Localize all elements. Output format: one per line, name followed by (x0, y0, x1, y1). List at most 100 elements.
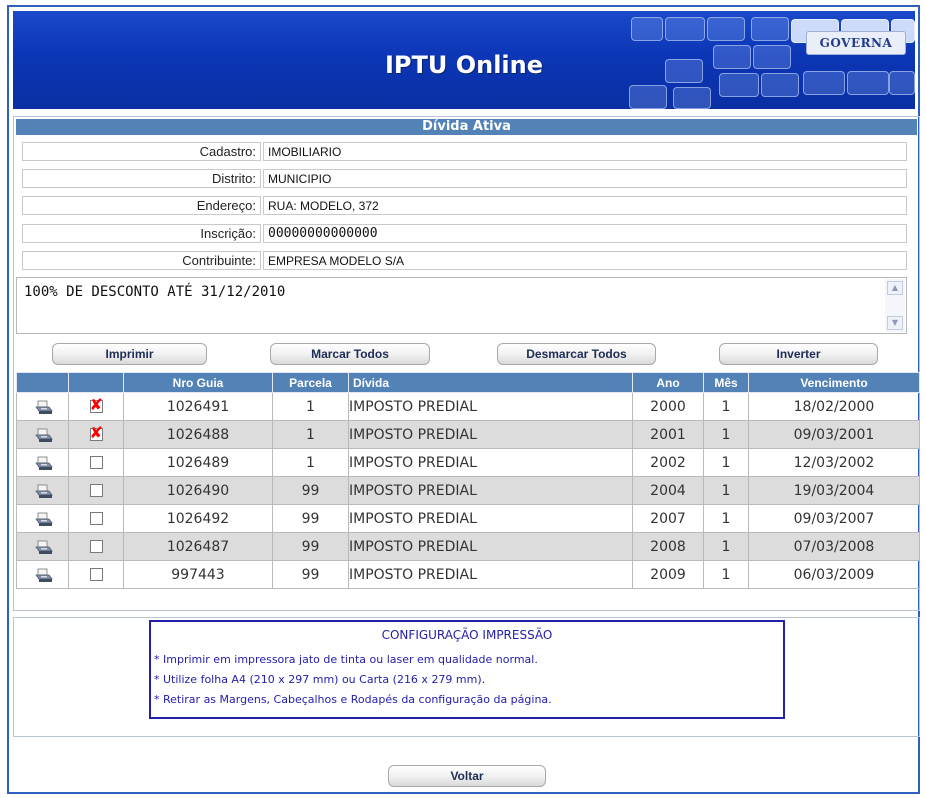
table-header-row: Nro Guia Parcela Dívida Ano Mês Vencimen… (16, 372, 920, 393)
row-print-cell[interactable] (16, 420, 69, 449)
scroll-down-icon[interactable]: ▼ (887, 316, 903, 330)
deselect-all-button[interactable]: Desmarcar Todos (497, 343, 656, 365)
cell-vencimento: 09/03/2007 (748, 504, 920, 533)
table-row: ✘ 1026488 1 IMPOSTO PREDIAL 2001 1 09/03/2001 (16, 420, 920, 449)
col-action (16, 372, 69, 393)
row-select-cell[interactable] (68, 476, 124, 505)
cell-ano: 2000 (632, 392, 704, 421)
col-select (68, 372, 124, 393)
field-label: Contribuinte: (22, 251, 261, 270)
message-text: 100% DE DESCONTO ATÉ 31/12/2010 (24, 284, 286, 300)
governa-logo: GOVERNA (806, 31, 906, 55)
col-vencimento: Vencimento (748, 372, 920, 393)
table-row: 1026490 99 IMPOSTO PREDIAL 2004 1 19/03/2004 (16, 476, 920, 505)
cell-vencimento: 07/03/2008 (748, 532, 920, 561)
field-cadastro: Cadastro: IMOBILIARIO (22, 142, 907, 161)
section-title: Dívida Ativa (16, 119, 917, 135)
cell-mes: 1 (703, 448, 749, 477)
header-banner: IPTU Online (13, 11, 915, 109)
printer-icon[interactable] (34, 484, 53, 498)
row-print-cell[interactable] (16, 448, 69, 477)
cell-divida: IMPOSTO PREDIAL (348, 392, 633, 421)
checkbox-icon[interactable]: ✘ (89, 425, 103, 441)
cell-ano: 2007 (632, 504, 704, 533)
printer-icon[interactable] (34, 512, 53, 526)
table-row: ✘ 1026491 1 IMPOSTO PREDIAL 2000 1 18/02/2000 (16, 392, 920, 421)
row-print-cell[interactable] (16, 560, 69, 589)
scroll-up-icon[interactable]: ▲ (887, 281, 903, 295)
row-select-cell[interactable] (68, 448, 124, 477)
field-endereco: Endereço: RUA: MODELO, 372 (22, 196, 907, 215)
col-divida: Dívida (348, 372, 633, 393)
cell-vencimento: 12/03/2002 (748, 448, 920, 477)
cell-guia: 1026488 (123, 420, 273, 449)
printer-icon[interactable] (34, 428, 53, 442)
field-label: Inscrição: (22, 224, 261, 243)
cell-mes: 1 (703, 504, 749, 533)
app-title: IPTU Online (384, 51, 544, 79)
checkbox-icon[interactable] (89, 512, 103, 525)
cell-parcela: 99 (272, 504, 349, 533)
row-print-cell[interactable] (16, 504, 69, 533)
checkbox-icon[interactable]: ✘ (89, 395, 103, 414)
cell-parcela: 1 (272, 392, 349, 421)
cell-parcela: 1 (272, 448, 349, 477)
invert-button[interactable]: Inverter (719, 343, 878, 365)
cell-ano: 2009 (632, 560, 704, 589)
printer-icon[interactable] (34, 400, 53, 414)
cell-guia: 997443 (123, 560, 273, 589)
print-config-box: CONFIGURAÇÃO IMPRESSÃO * Imprimir em imp… (149, 620, 785, 719)
checkbox-icon[interactable] (89, 568, 103, 581)
row-print-cell[interactable] (16, 476, 69, 505)
cell-divida: IMPOSTO PREDIAL (348, 448, 633, 477)
cell-mes: 1 (703, 476, 749, 505)
cell-vencimento: 06/03/2009 (748, 560, 920, 589)
row-print-cell[interactable] (16, 532, 69, 561)
checkbox-icon[interactable] (89, 456, 103, 469)
cell-guia: 1026489 (123, 448, 273, 477)
print-button[interactable]: Imprimir (52, 343, 207, 365)
cell-guia: 1026490 (123, 476, 273, 505)
back-button[interactable]: Voltar (388, 765, 546, 787)
table-row: 1026492 99 IMPOSTO PREDIAL 2007 1 09/03/2007 (16, 504, 920, 533)
cell-ano: 2008 (632, 532, 704, 561)
checkbox-icon[interactable] (89, 540, 103, 553)
row-select-cell[interactable] (68, 504, 124, 533)
select-all-button[interactable]: Marcar Todos (270, 343, 430, 365)
field-value: RUA: MODELO, 372 (263, 196, 907, 215)
cell-divida: IMPOSTO PREDIAL (348, 560, 633, 589)
cell-parcela: 99 (272, 476, 349, 505)
row-select-cell[interactable]: ✘ (68, 420, 124, 449)
printer-icon[interactable] (34, 540, 53, 554)
field-label: Endereço: (22, 196, 261, 215)
cell-mes: 1 (703, 532, 749, 561)
cell-ano: 2001 (632, 420, 704, 449)
printer-icon[interactable] (34, 568, 53, 582)
cell-mes: 1 (703, 420, 749, 449)
field-contribuinte: Contribuinte: EMPRESA MODELO S/A (22, 251, 907, 270)
cell-vencimento: 18/02/2000 (748, 392, 920, 421)
row-select-cell[interactable] (68, 532, 124, 561)
cell-parcela: 99 (272, 532, 349, 561)
textarea-scrollbar[interactable]: ▲ ▼ (885, 279, 905, 332)
field-value: EMPRESA MODELO S/A (263, 251, 907, 270)
checkbox-icon[interactable] (89, 484, 103, 497)
field-distrito: Distrito: MUNICIPIO (22, 169, 907, 188)
row-select-cell[interactable] (68, 560, 124, 589)
cell-divida: IMPOSTO PREDIAL (348, 420, 633, 449)
row-select-cell[interactable]: ✘ (68, 392, 124, 421)
col-mes: Mês (703, 372, 749, 393)
table-row: 997443 99 IMPOSTO PREDIAL 2009 1 06/03/2009 (16, 560, 920, 589)
cell-guia: 1026487 (123, 532, 273, 561)
debt-table: Nro Guia Parcela Dívida Ano Mês Vencimen… (16, 372, 920, 589)
col-guia: Nro Guia (123, 372, 273, 393)
field-value: MUNICIPIO (263, 169, 907, 188)
printer-icon[interactable] (34, 456, 53, 470)
col-ano: Ano (632, 372, 704, 393)
cell-parcela: 99 (272, 560, 349, 589)
checked-x-icon: ✘ (89, 395, 103, 414)
col-parcela: Parcela (272, 372, 349, 393)
field-label: Cadastro: (22, 142, 261, 161)
message-textarea[interactable]: 100% DE DESCONTO ATÉ 31/12/2010 ▲ ▼ (16, 277, 907, 334)
row-print-cell[interactable] (16, 392, 69, 421)
